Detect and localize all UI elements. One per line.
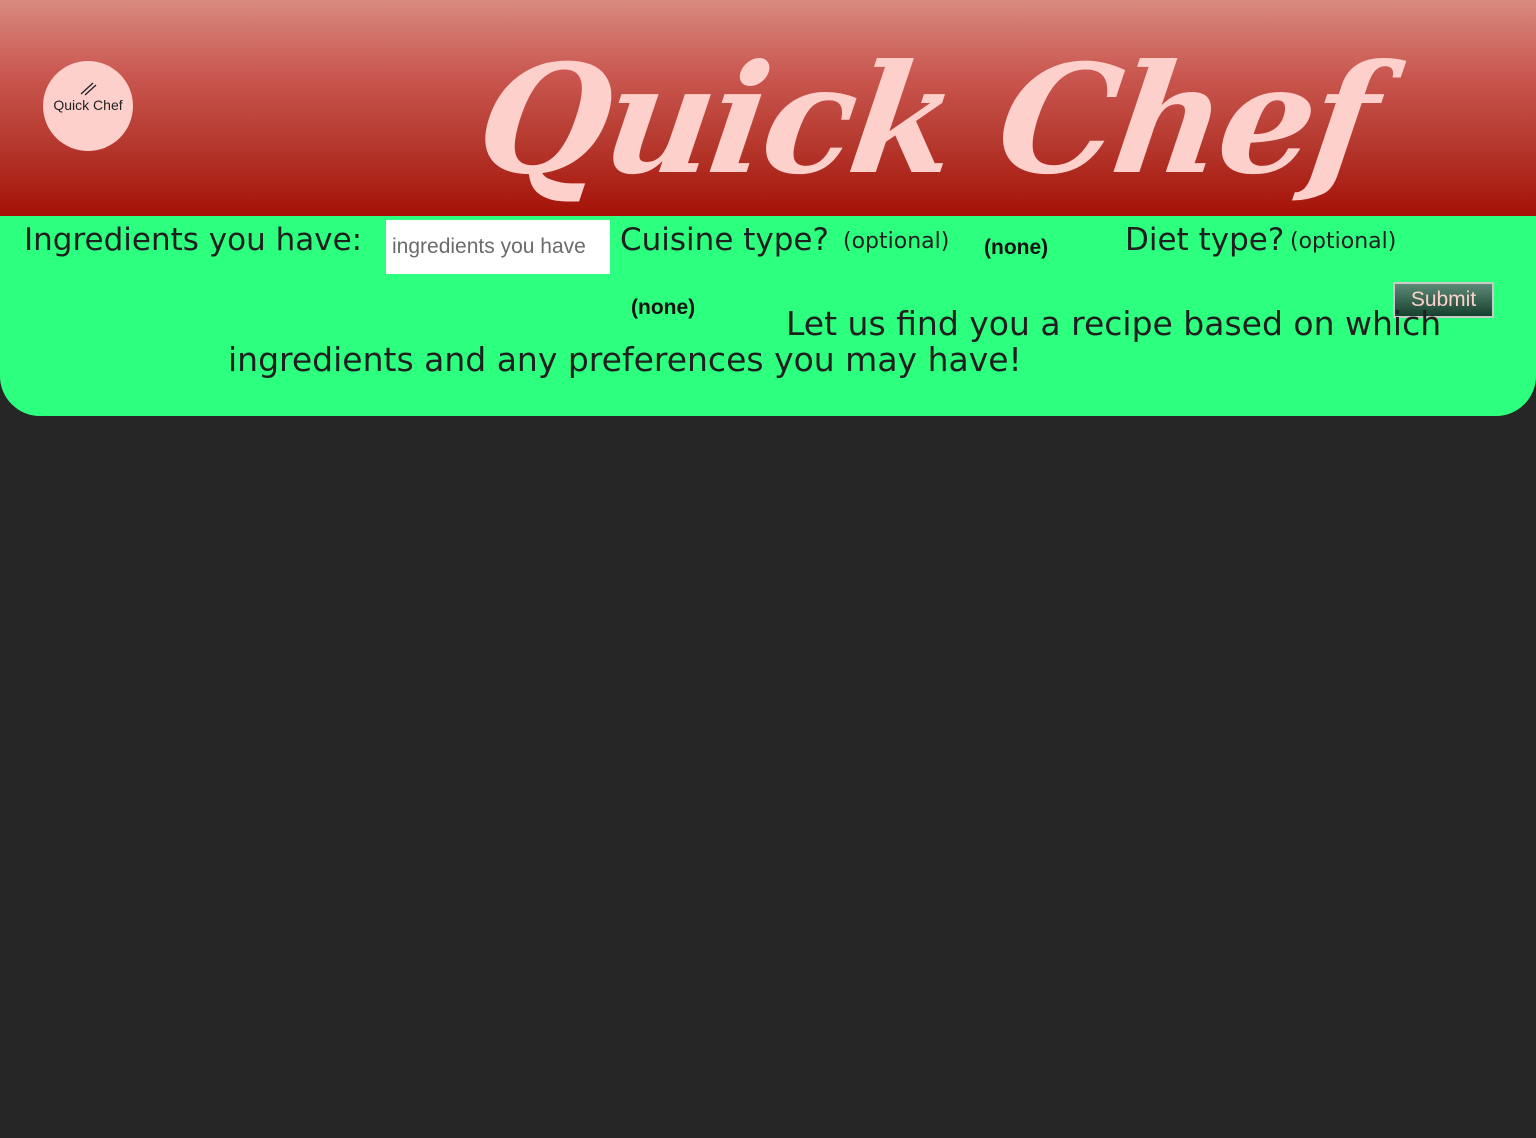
diet-label: Diet type?	[1125, 222, 1285, 258]
chopsticks-icon	[80, 82, 97, 96]
site-header: Quick Chef Quick Chef	[0, 0, 1536, 216]
cuisine-select[interactable]: (none)	[984, 236, 1048, 260]
logo-text: Quick Chef	[53, 97, 123, 113]
site-title: Quick Chef	[467, 32, 1385, 208]
tagline: Let us find you a recipe based on which …	[228, 304, 1442, 379]
ingredients-input[interactable]	[386, 220, 610, 274]
cuisine-optional-label: (optional)	[843, 229, 950, 254]
ingredients-label: Ingredients you have:	[24, 222, 363, 258]
cuisine-label: Cuisine type?	[620, 222, 829, 258]
diet-optional-label: (optional)	[1290, 229, 1397, 254]
